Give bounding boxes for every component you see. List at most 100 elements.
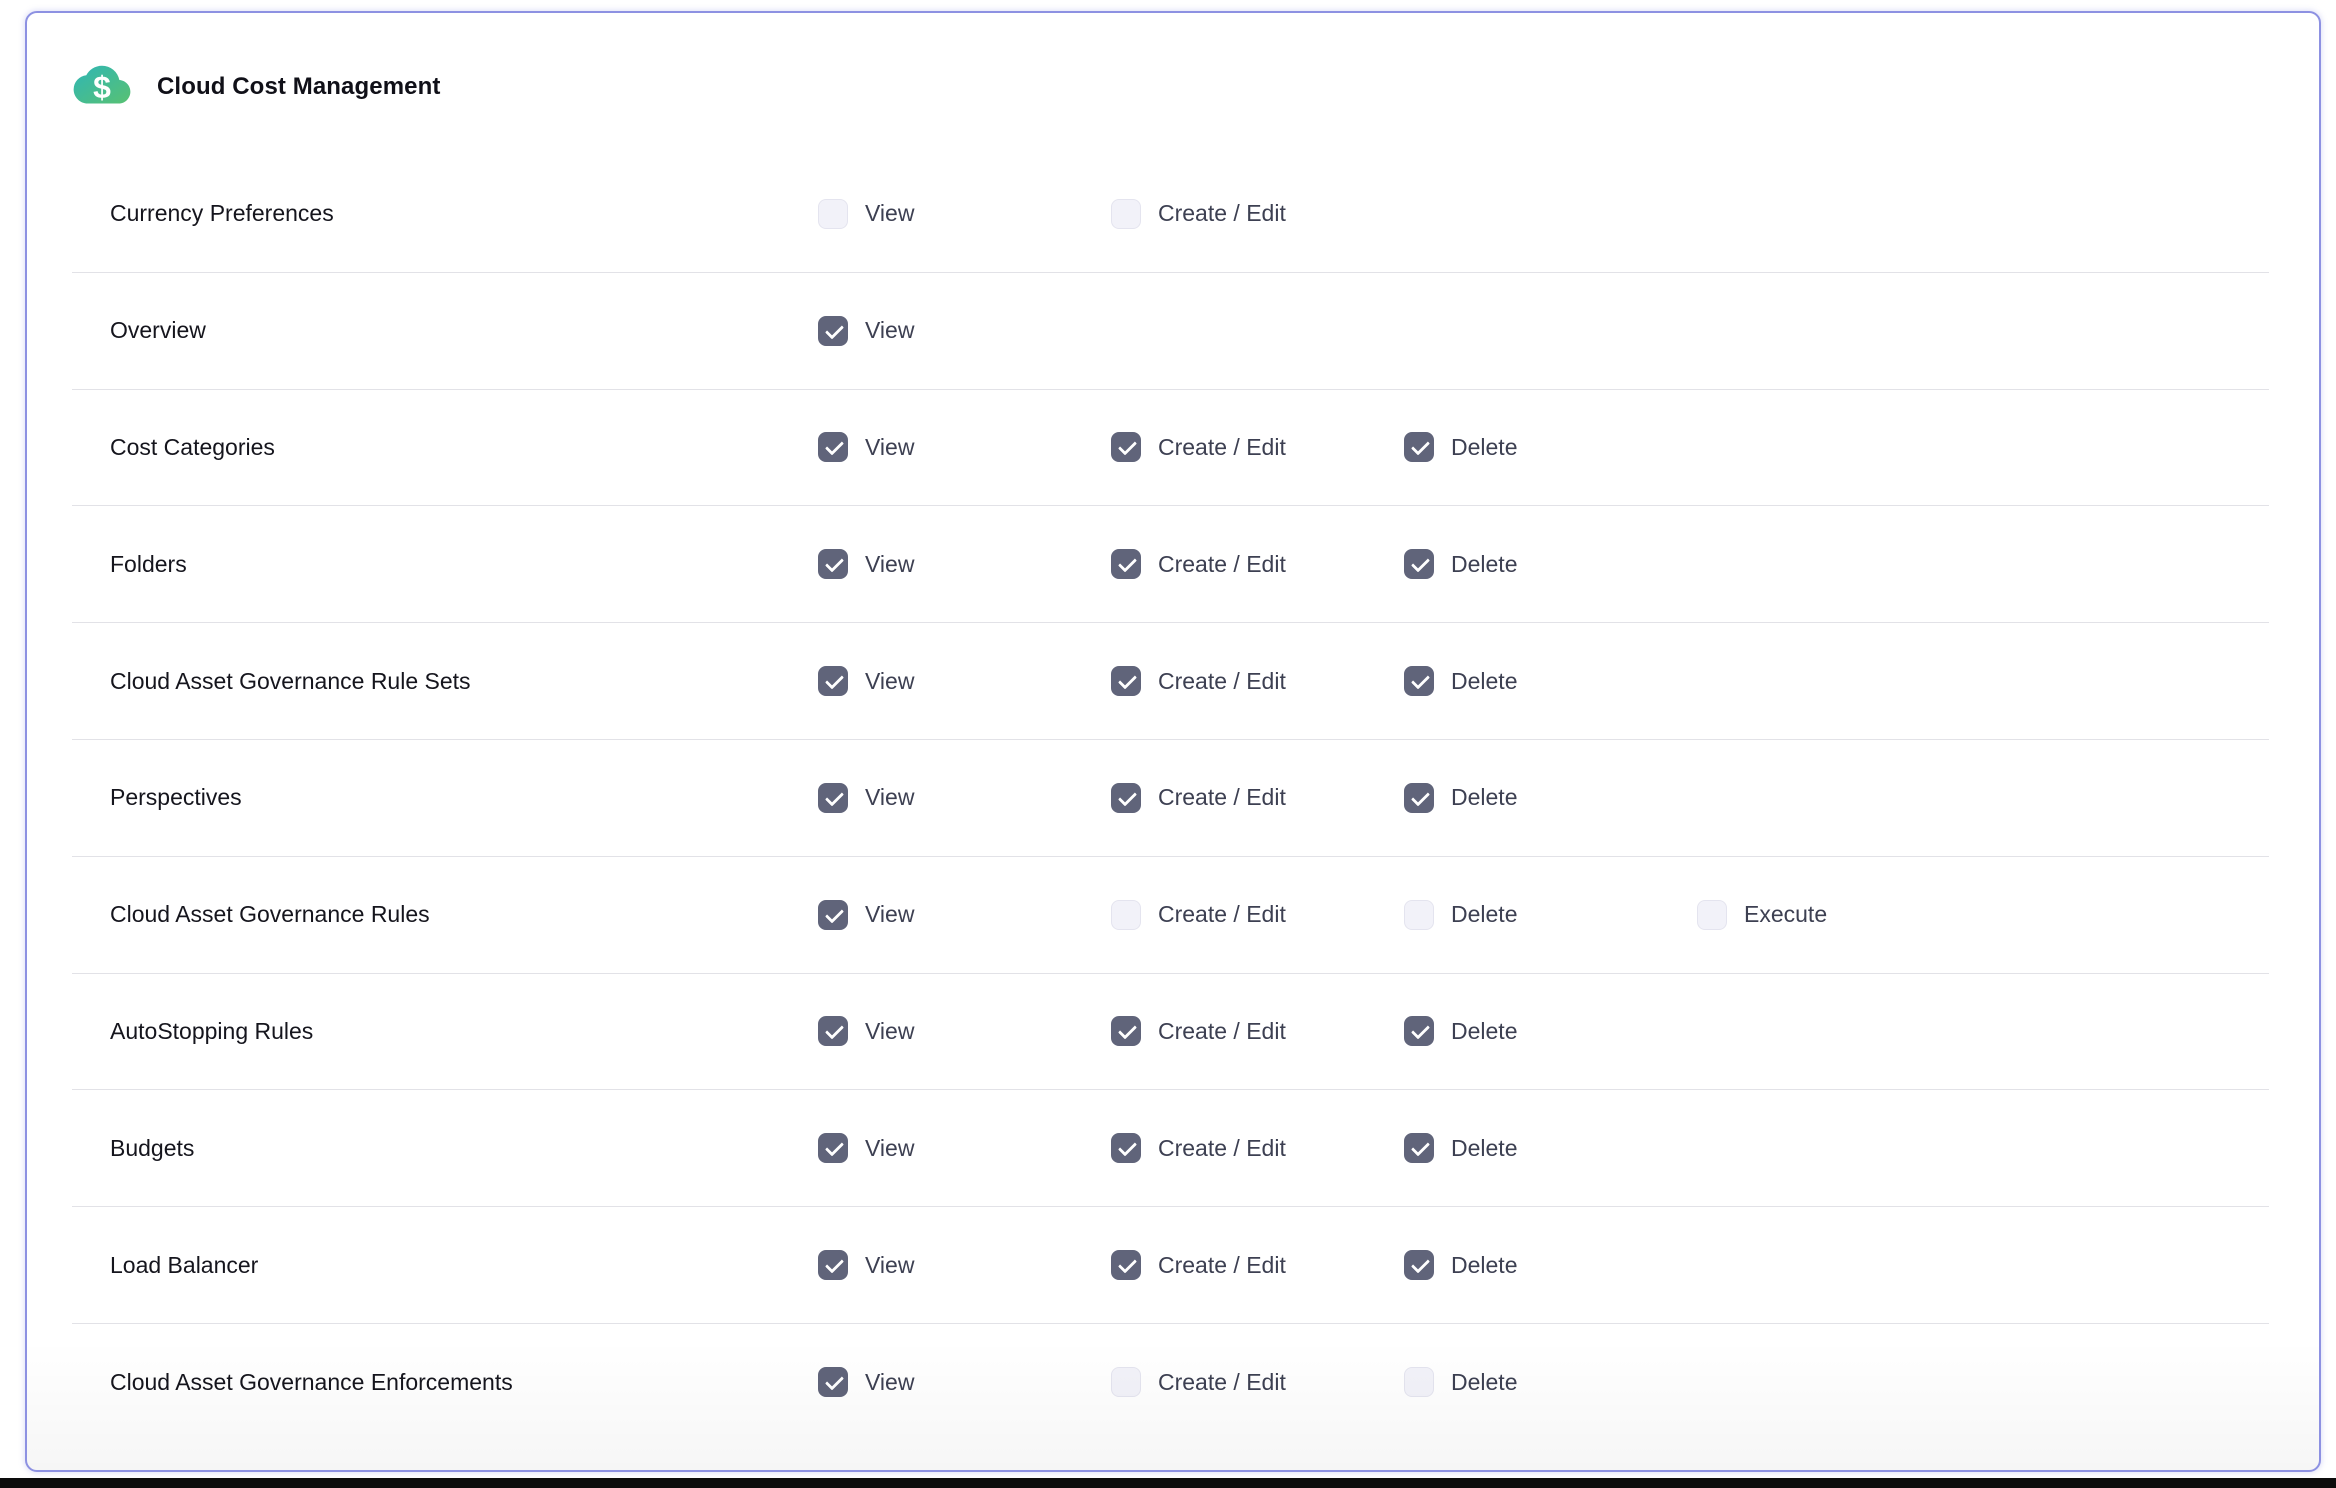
resource-label: Perspectives [72, 784, 818, 811]
view-checkbox-label: View [865, 200, 914, 227]
view-checkbox-label: View [865, 1252, 914, 1279]
bottom-edge-bar [0, 1478, 2336, 1488]
permission-cell-create-edit: Create / Edit [1111, 432, 1404, 462]
create-edit-checkbox[interactable] [1111, 1016, 1141, 1046]
permission-cell-view: View [818, 1133, 1111, 1163]
create-edit-checkbox[interactable] [1111, 783, 1141, 813]
permission-cell-view: View [818, 432, 1111, 462]
table-row: AutoStopping Rules ViewCreate / EditDele… [72, 974, 2269, 1091]
table-row: Currency Preferences View Create / Edit [72, 156, 2269, 273]
cloud-dollar-icon: $ [73, 61, 131, 113]
resource-label: Budgets [72, 1135, 818, 1162]
table-row: Budgets ViewCreate / EditDelete [72, 1090, 2269, 1207]
create-edit-checkbox[interactable] [1111, 900, 1141, 930]
delete-checkbox[interactable] [1404, 1133, 1434, 1163]
permission-cell-delete: Delete [1404, 1016, 1697, 1046]
table-row: Cost Categories View Create / Edit Delete [72, 390, 2269, 507]
view-checkbox[interactable] [818, 666, 848, 696]
delete-checkbox-label: Delete [1451, 901, 1517, 928]
resource-label: AutoStopping Rules [72, 1018, 818, 1045]
delete-checkbox-label: Delete [1451, 1252, 1517, 1279]
create-edit-checkbox[interactable] [1111, 199, 1141, 229]
create-edit-checkbox[interactable] [1111, 666, 1141, 696]
view-checkbox[interactable] [818, 783, 848, 813]
resource-label: Cloud Asset Governance Rules [72, 901, 818, 928]
table-row: Perspectives View Create / Edit Delete [72, 740, 2269, 857]
permission-cell-delete: Delete [1404, 1367, 1697, 1397]
view-checkbox-label: View [865, 1135, 914, 1162]
screen: $ Cloud Cost Management Currency Prefere… [0, 0, 2336, 1488]
permission-cell-delete: Delete [1404, 666, 1697, 696]
delete-checkbox-label: Delete [1451, 551, 1517, 578]
view-checkbox-label: View [865, 317, 914, 344]
permission-cell-create-edit: Create / Edit [1111, 783, 1404, 813]
view-checkbox-label: View [865, 1369, 914, 1396]
view-checkbox[interactable] [818, 1016, 848, 1046]
create-edit-checkbox-label: Create / Edit [1158, 784, 1286, 811]
resource-label: Cloud Asset Governance Rule Sets [72, 668, 818, 695]
permission-cell-view: View [818, 549, 1111, 579]
view-checkbox[interactable] [818, 316, 848, 346]
view-checkbox-label: View [865, 434, 914, 461]
permission-cell-delete: Delete [1404, 1133, 1697, 1163]
resource-label: Load Balancer [72, 1252, 818, 1279]
create-edit-checkbox[interactable] [1111, 1133, 1141, 1163]
view-checkbox[interactable] [818, 199, 848, 229]
create-edit-checkbox-label: Create / Edit [1158, 668, 1286, 695]
resource-label: Currency Preferences [72, 200, 818, 227]
delete-checkbox-label: Delete [1451, 1135, 1517, 1162]
view-checkbox[interactable] [818, 1367, 848, 1397]
delete-checkbox[interactable] [1404, 666, 1434, 696]
permission-cell-delete: Delete [1404, 1250, 1697, 1280]
create-edit-checkbox[interactable] [1111, 549, 1141, 579]
create-edit-checkbox-label: Create / Edit [1158, 901, 1286, 928]
resource-label: Cost Categories [72, 434, 818, 461]
create-edit-checkbox[interactable] [1111, 1367, 1141, 1397]
create-edit-checkbox[interactable] [1111, 432, 1141, 462]
view-checkbox[interactable] [818, 1133, 848, 1163]
create-edit-checkbox[interactable] [1111, 1250, 1141, 1280]
delete-checkbox[interactable] [1404, 1367, 1434, 1397]
view-checkbox[interactable] [818, 432, 848, 462]
create-edit-checkbox-label: Create / Edit [1158, 551, 1286, 578]
delete-checkbox[interactable] [1404, 1016, 1434, 1046]
execute-checkbox[interactable] [1697, 900, 1727, 930]
permission-cell-create-edit: Create / Edit [1111, 900, 1404, 930]
permission-cell-delete: Delete [1404, 432, 1697, 462]
table-row: Load Balancer View Create / Edit Delete [72, 1207, 2269, 1324]
delete-checkbox-label: Delete [1451, 784, 1517, 811]
resource-label: Overview [72, 317, 818, 344]
permission-cell-view: View [818, 1016, 1111, 1046]
resource-label: Cloud Asset Governance Enforcements [72, 1369, 818, 1396]
table-row: Cloud Asset Governance Rule Sets View Cre… [72, 623, 2269, 740]
create-edit-checkbox-label: Create / Edit [1158, 200, 1286, 227]
view-checkbox-label: View [865, 551, 914, 578]
delete-checkbox[interactable] [1404, 549, 1434, 579]
permission-cell-create-edit: Create / Edit [1111, 1367, 1404, 1397]
delete-checkbox[interactable] [1404, 1250, 1434, 1280]
view-checkbox[interactable] [818, 1250, 848, 1280]
permission-cell-create-edit: Create / Edit [1111, 199, 1404, 229]
create-edit-checkbox-label: Create / Edit [1158, 434, 1286, 461]
view-checkbox-label: View [865, 668, 914, 695]
delete-checkbox[interactable] [1404, 900, 1434, 930]
delete-checkbox[interactable] [1404, 432, 1434, 462]
delete-checkbox[interactable] [1404, 783, 1434, 813]
svg-text:$: $ [93, 69, 111, 105]
panel-header: $ Cloud Cost Management [27, 13, 2319, 113]
execute-checkbox-label: Execute [1744, 901, 1827, 928]
permission-cell-view: View [818, 1250, 1111, 1280]
delete-checkbox-label: Delete [1451, 1018, 1517, 1045]
page-title: Cloud Cost Management [157, 73, 440, 101]
permission-cell-execute: Execute [1697, 900, 1990, 930]
permission-cell-create-edit: Create / Edit [1111, 1250, 1404, 1280]
view-checkbox-label: View [865, 1018, 914, 1045]
cloud-cost-management-panel: $ Cloud Cost Management Currency Prefere… [25, 11, 2321, 1472]
view-checkbox[interactable] [818, 900, 848, 930]
view-checkbox[interactable] [818, 549, 848, 579]
table-row: Overview View [72, 273, 2269, 390]
permission-cell-create-edit: Create / Edit [1111, 549, 1404, 579]
view-checkbox-label: View [865, 784, 914, 811]
permission-cell-view: View [818, 666, 1111, 696]
permission-cell-view: View [818, 316, 1111, 346]
